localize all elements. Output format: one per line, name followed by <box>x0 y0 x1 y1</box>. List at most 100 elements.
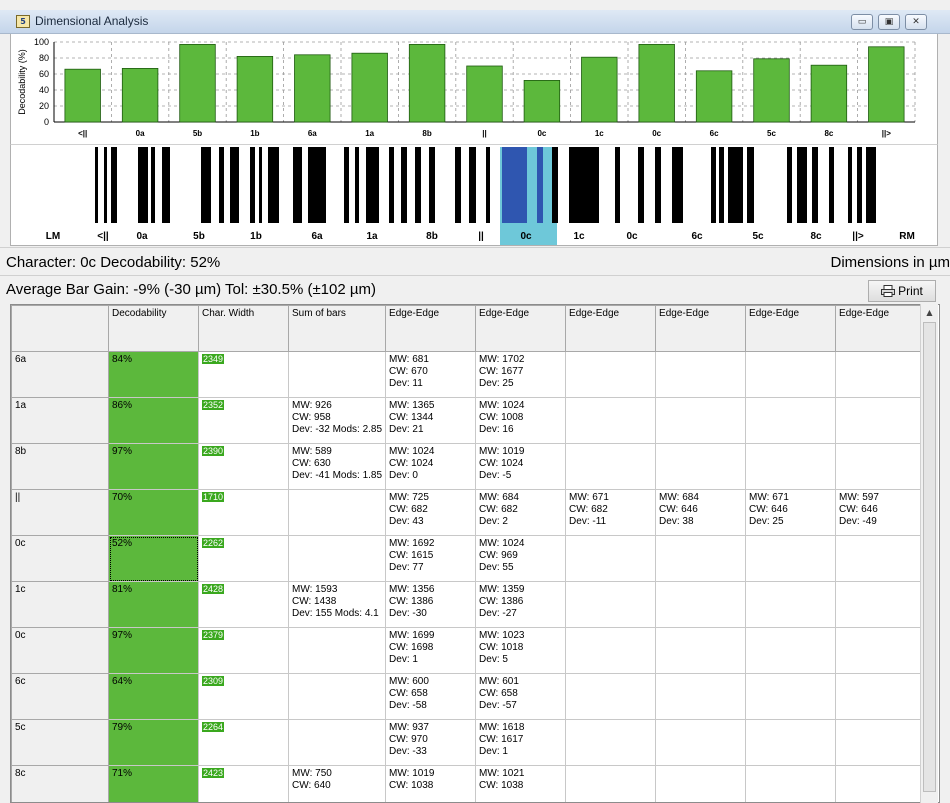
decodability-cell[interactable]: 86% <box>108 397 199 444</box>
barcode-view[interactable]: LM <|| 0a 5b 1b 6a 1a 8b || 0c 1c 0c 6c 5c 8c ||> RM <box>10 144 938 246</box>
edge-edge-cell[interactable] <box>745 719 837 766</box>
edge-edge-cell[interactable]: MW: 1359 CW: 1386 Dev: -27 <box>475 581 567 628</box>
edge-edge-cell[interactable] <box>745 397 837 444</box>
edge-edge-cell[interactable]: MW: 1021 CW: 1038 <box>475 765 567 802</box>
header-edge-edge[interactable]: Edge-Edge <box>655 305 747 352</box>
close-button[interactable]: ✕ <box>905 14 927 30</box>
decodability-cell[interactable]: 97% <box>108 443 199 490</box>
row-label[interactable]: 5c <box>11 719 109 766</box>
row-label[interactable]: 8c <box>11 765 109 802</box>
edge-edge-cell[interactable]: MW: 725 CW: 682 Dev: 43 <box>385 489 477 536</box>
table-row[interactable]: 0c 52% 2262 MW: 1692 CW: 1615 Dev: 77 MW: 1024… <box>11 535 927 582</box>
decodability-bar[interactable] <box>810 64 848 123</box>
table-row[interactable]: 1c 81% 2428 MW: 1593 CW: 1438 Dev: 155 Mods: … <box>11 581 927 628</box>
decodability-bar[interactable] <box>236 55 274 123</box>
char-width-cell[interactable]: 2423 <box>198 765 289 802</box>
edge-edge-cell[interactable] <box>745 627 837 674</box>
barcode-character-label[interactable]: 8b <box>426 231 438 242</box>
edge-edge-cell[interactable]: MW: 684 CW: 646 Dev: 38 <box>655 489 747 536</box>
edge-edge-cell[interactable] <box>835 627 927 674</box>
decodability-bar[interactable] <box>868 46 905 123</box>
char-width-cell[interactable]: 2349 <box>198 351 289 398</box>
row-label[interactable]: 1a <box>11 397 109 444</box>
barcode-character-label[interactable]: 5b <box>193 231 205 242</box>
header-sum-of-bars[interactable]: Sum of bars <box>287 305 387 352</box>
barcode-character-label[interactable]: 6c <box>691 231 703 242</box>
row-label[interactable]: 6a <box>11 351 109 398</box>
edge-edge-cell[interactable] <box>835 535 927 582</box>
edge-edge-cell[interactable] <box>565 765 657 802</box>
char-width-cell[interactable]: 2390 <box>198 443 289 490</box>
edge-edge-cell[interactable] <box>655 719 747 766</box>
char-width-cell[interactable]: 1710 <box>198 489 289 536</box>
decodability-cell[interactable]: 70% <box>108 489 199 536</box>
header-corner[interactable] <box>11 305 109 352</box>
title-bar[interactable]: 5 Dimensional Analysis ▭ ▣ ✕ <box>0 10 950 34</box>
dimension-table[interactable]: Decodability Char. Width Sum of bars Edg… <box>10 304 940 803</box>
decodability-cell[interactable]: 79% <box>108 719 199 766</box>
char-width-cell[interactable]: 2352 <box>198 397 289 444</box>
decodability-bar[interactable] <box>408 43 446 123</box>
edge-edge-cell[interactable]: MW: 1702 CW: 1677 Dev: 25 <box>475 351 567 398</box>
scroll-up-arrow-icon[interactable]: ▲ <box>921 304 938 321</box>
decodability-bar[interactable] <box>121 68 159 123</box>
edge-edge-cell[interactable]: MW: 671 CW: 682 Dev: -11 <box>565 489 657 536</box>
header-edge-edge[interactable]: Edge-Edge <box>835 305 927 352</box>
edge-edge-cell[interactable] <box>745 581 837 628</box>
decodability-cell[interactable]: 81% <box>108 581 199 628</box>
sum-of-bars-cell[interactable]: MW: 1593 CW: 1438 Dev: 155 Mods: 4.1 <box>287 581 387 628</box>
table-row[interactable]: 8c 71% 2423 MW: 750 CW: 640 MW: 1019 CW: 1038 M… <box>11 765 927 802</box>
decodability-cell[interactable]: 64% <box>108 673 199 720</box>
edge-edge-cell[interactable] <box>835 351 927 398</box>
barcode-character-label[interactable]: 5c <box>752 231 764 242</box>
edge-edge-cell[interactable]: MW: 1699 CW: 1698 Dev: 1 <box>385 627 477 674</box>
edge-edge-cell[interactable] <box>835 397 927 444</box>
edge-edge-cell[interactable] <box>655 581 747 628</box>
edge-edge-cell[interactable] <box>655 673 747 720</box>
barcode-character-label[interactable]: 1b <box>250 231 262 242</box>
sum-of-bars-cell[interactable] <box>287 719 387 766</box>
edge-edge-cell[interactable] <box>565 581 657 628</box>
header-char-width[interactable]: Char. Width <box>198 305 289 352</box>
header-edge-edge[interactable]: Edge-Edge <box>565 305 657 352</box>
decodability-cell[interactable]: 84% <box>108 351 199 398</box>
table-row[interactable]: 6a 84% 2349 MW: 681 CW: 670 Dev: 11 MW: 1702 CW… <box>11 351 927 398</box>
edge-edge-cell[interactable]: MW: 1019 CW: 1038 <box>385 765 477 802</box>
edge-edge-cell[interactable] <box>745 673 837 720</box>
header-decodability[interactable]: Decodability <box>108 305 199 352</box>
vertical-scrollbar[interactable]: ▲ <box>920 304 938 803</box>
barcode-character-label[interactable]: ||> <box>852 231 864 242</box>
edge-edge-cell[interactable] <box>565 397 657 444</box>
edge-edge-cell[interactable]: MW: 1024 CW: 1008 Dev: 16 <box>475 397 567 444</box>
edge-edge-cell[interactable] <box>655 765 747 802</box>
decodability-bar[interactable] <box>351 52 388 123</box>
decodability-bar[interactable] <box>695 70 733 123</box>
edge-edge-cell[interactable]: MW: 600 CW: 658 Dev: -58 <box>385 673 477 720</box>
sum-of-bars-cell[interactable] <box>287 627 387 674</box>
maximize-button[interactable]: ▣ <box>878 14 900 30</box>
char-width-cell[interactable]: 2428 <box>198 581 289 628</box>
edge-edge-cell[interactable]: MW: 681 CW: 670 Dev: 11 <box>385 351 477 398</box>
decodability-cell[interactable]: 97% <box>108 627 199 674</box>
edge-edge-cell[interactable] <box>655 627 747 674</box>
barcode-character-label[interactable]: 0c <box>520 231 532 242</box>
edge-edge-cell[interactable] <box>835 581 927 628</box>
barcode-character-label[interactable]: || <box>478 231 484 242</box>
header-edge-edge[interactable]: Edge-Edge <box>745 305 837 352</box>
barcode-character-label[interactable]: 1c <box>573 231 585 242</box>
row-label[interactable]: 1c <box>11 581 109 628</box>
char-width-cell[interactable]: 2264 <box>198 719 289 766</box>
edge-edge-cell[interactable] <box>745 535 837 582</box>
char-width-cell[interactable]: 2309 <box>198 673 289 720</box>
barcode-character-label[interactable]: 0a <box>136 231 148 242</box>
edge-edge-cell[interactable] <box>745 443 837 490</box>
edge-edge-cell[interactable]: MW: 1356 CW: 1386 Dev: -30 <box>385 581 477 628</box>
barcode-character-label[interactable]: 1a <box>366 231 378 242</box>
row-label[interactable]: 8b <box>11 443 109 490</box>
barcode-character-label[interactable]: 6a <box>311 231 323 242</box>
header-edge-edge[interactable]: Edge-Edge <box>385 305 477 352</box>
row-label[interactable]: || <box>11 489 109 536</box>
sum-of-bars-cell[interactable] <box>287 673 387 720</box>
table-row[interactable]: || 70% 1710 MW: 725 CW: 682 Dev: 43 MW: 684 CW:… <box>11 489 927 536</box>
barcode-character-label[interactable]: <|| <box>97 231 109 242</box>
